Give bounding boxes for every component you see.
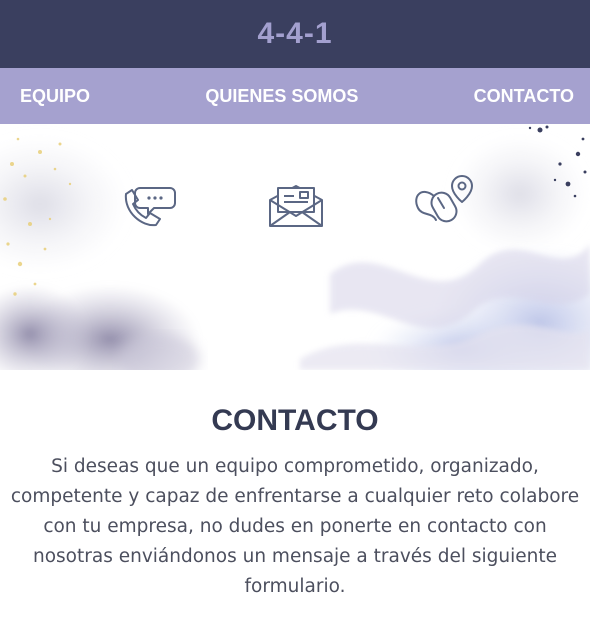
brand-logo[interactable]: 4-4-1 — [257, 17, 332, 51]
main-nav: EQUIPO QUIENES SOMOS CONTACTO — [0, 68, 590, 124]
watercolor-background — [0, 125, 590, 370]
contact-description: Si deseas que un equipo comprometido, or… — [10, 456, 580, 597]
nav-item-contacto[interactable]: CONTACTO — [474, 86, 574, 107]
nav-item-equipo[interactable]: EQUIPO — [20, 86, 90, 107]
phone-chat-icon — [124, 187, 176, 227]
contact-section: CONTACTO Si deseas que un equipo comprom… — [0, 370, 590, 602]
contact-title: CONTACTO — [211, 404, 379, 437]
mouse-location-icon — [415, 175, 473, 223]
envelope-icon — [269, 185, 323, 227]
nav-item-quienes-somos[interactable]: QUIENES SOMOS — [205, 86, 358, 107]
top-header: 4-4-1 — [0, 0, 590, 68]
hero-banner — [0, 124, 590, 370]
